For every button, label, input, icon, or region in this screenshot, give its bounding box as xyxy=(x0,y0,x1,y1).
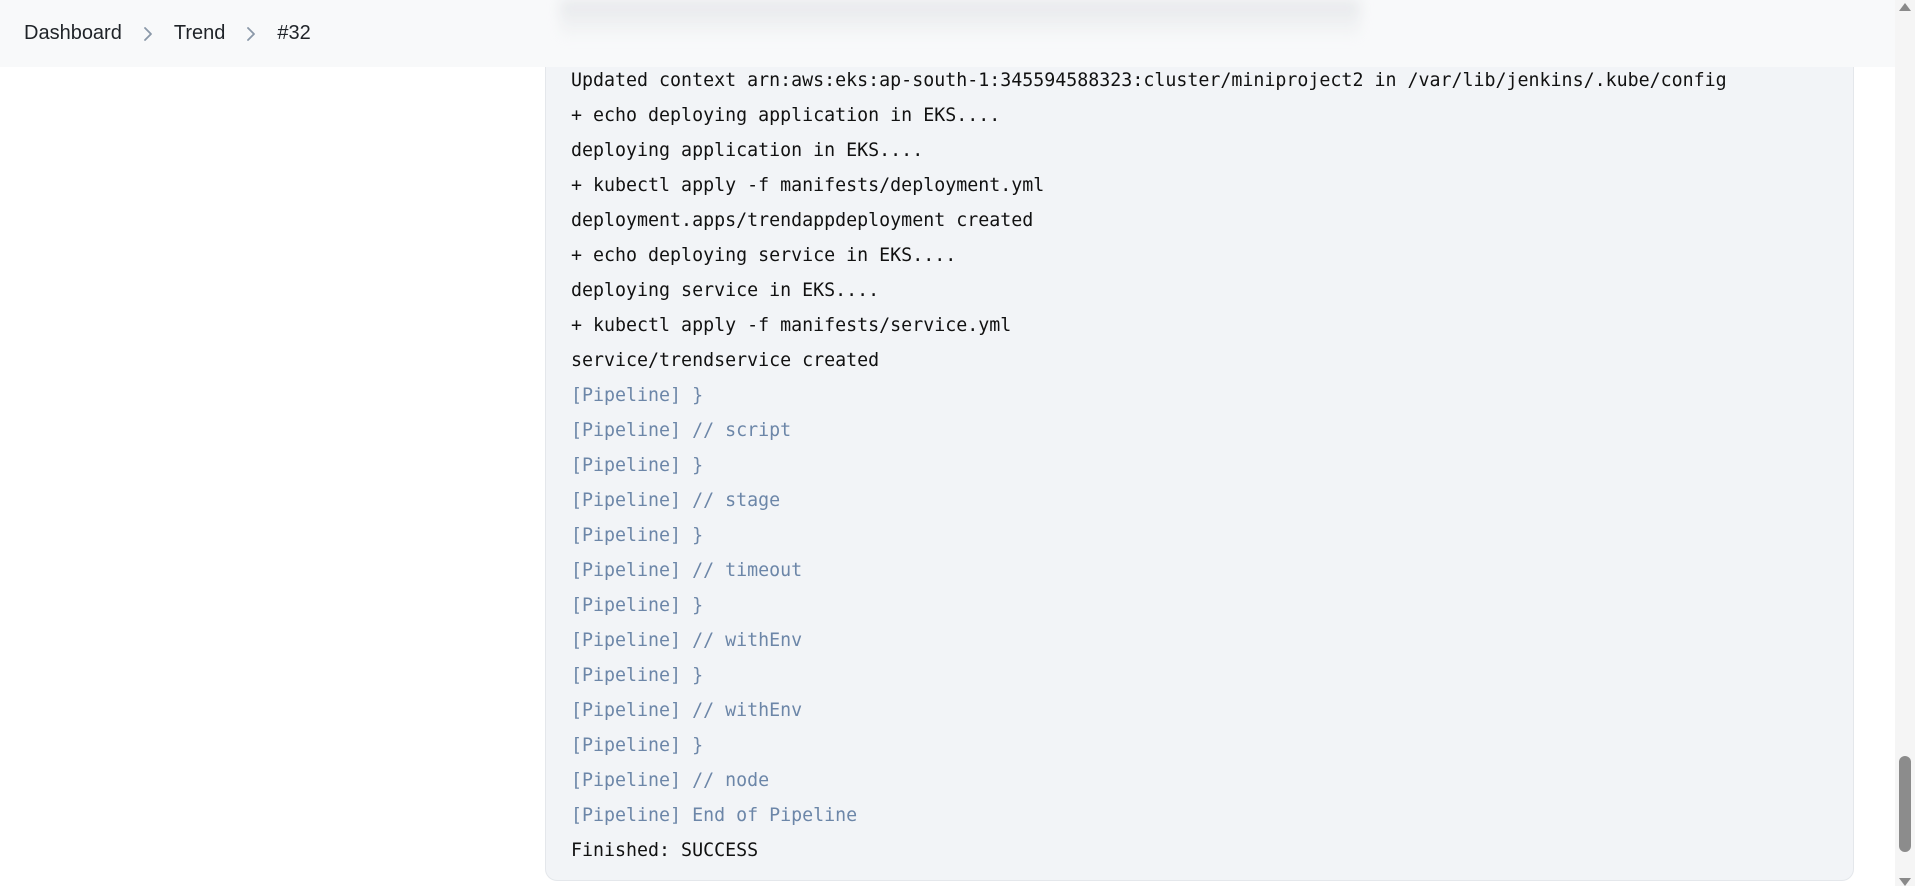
console-line: [Pipeline] } xyxy=(571,735,704,756)
console-line: service/trendservice created xyxy=(571,350,880,371)
console-output: Updated context arn:aws:eks:ap-south-1:3… xyxy=(545,0,1854,881)
console-line: [Pipeline] // script xyxy=(571,420,792,441)
console-line: deploying application in EKS.... xyxy=(571,140,924,161)
console-line: [Pipeline] // withEnv xyxy=(571,630,803,651)
chevron-right-icon xyxy=(122,26,174,42)
breadcrumb-trend[interactable]: Trend xyxy=(174,22,226,45)
console-line: + echo deploying application in EKS.... xyxy=(571,105,1001,126)
console-line: deployment.apps/trendappdeployment creat… xyxy=(571,210,1034,231)
console-line: [Pipeline] // node xyxy=(571,770,770,791)
scroll-down-arrow-icon[interactable] xyxy=(1899,878,1911,886)
console-line: [Pipeline] } xyxy=(571,595,704,616)
vertical-scrollbar[interactable] xyxy=(1895,0,1915,886)
console-line: [Pipeline] // withEnv xyxy=(571,700,803,721)
console-line: Finished: SUCCESS xyxy=(571,840,759,861)
console-line: + kubectl apply -f manifests/deployment.… xyxy=(571,175,1045,196)
console-line: + echo deploying service in EKS.... xyxy=(571,245,957,266)
console-line: Updated context arn:aws:eks:ap-south-1:3… xyxy=(571,70,1727,91)
scrollbar-thumb[interactable] xyxy=(1899,756,1911,852)
console-line: [Pipeline] } xyxy=(571,665,704,686)
breadcrumb-build-number[interactable]: #32 xyxy=(277,22,310,45)
chevron-right-icon xyxy=(225,26,277,42)
console-line: deploying service in EKS.... xyxy=(571,280,880,301)
console-line: [Pipeline] } xyxy=(571,385,704,406)
console-line: + kubectl apply -f manifests/service.yml xyxy=(571,315,1012,336)
breadcrumb-dashboard[interactable]: Dashboard xyxy=(24,22,122,45)
console-line: [Pipeline] // timeout xyxy=(571,560,803,581)
breadcrumb-bar: Dashboard Trend #32 xyxy=(0,0,1895,67)
scroll-up-arrow-icon[interactable] xyxy=(1899,3,1911,11)
console-lines: Updated context arn:aws:eks:ap-south-1:3… xyxy=(571,63,1853,868)
console-line: [Pipeline] } xyxy=(571,525,704,546)
console-line: [Pipeline] } xyxy=(571,455,704,476)
console-line: [Pipeline] End of Pipeline xyxy=(571,805,858,826)
console-line: [Pipeline] // stage xyxy=(571,490,781,511)
